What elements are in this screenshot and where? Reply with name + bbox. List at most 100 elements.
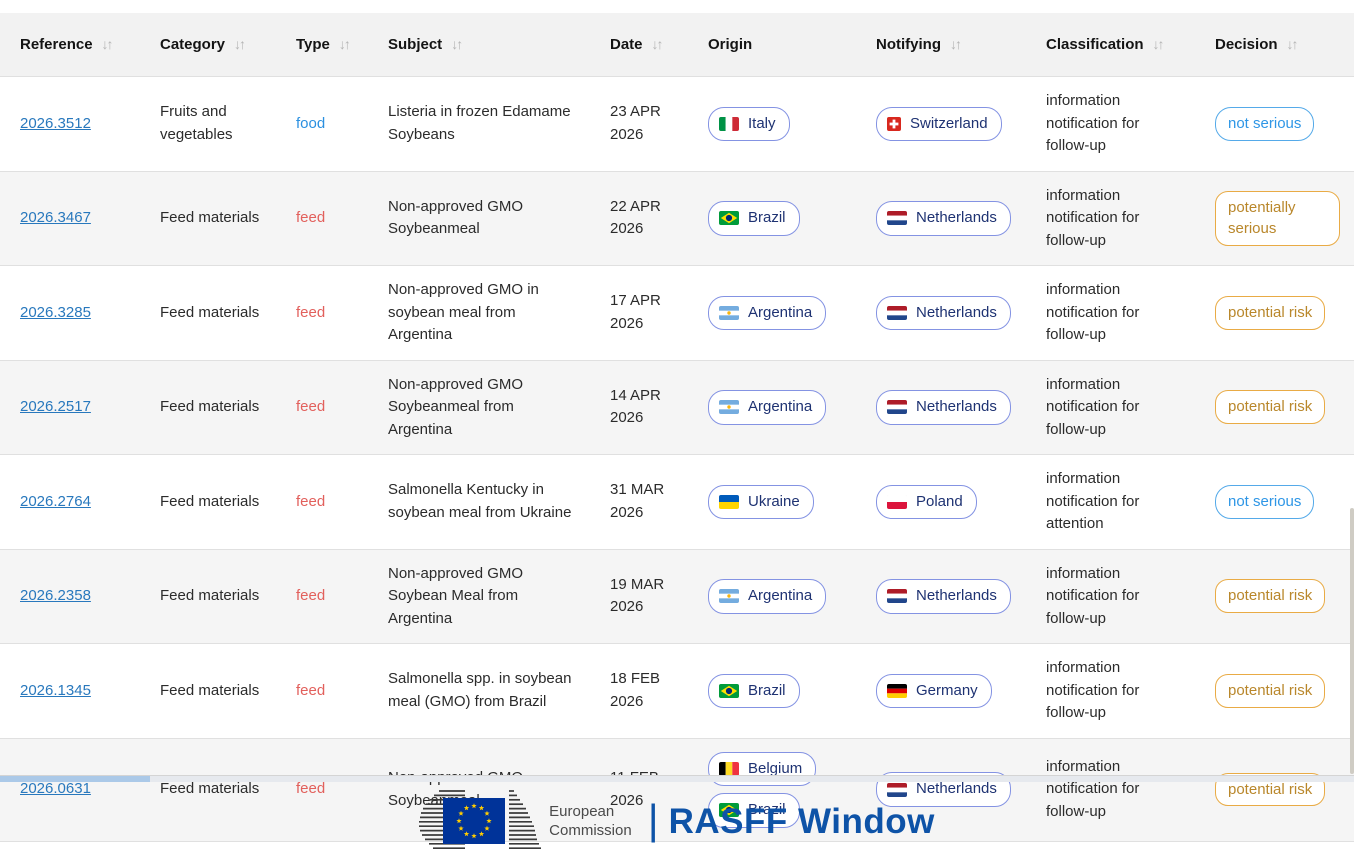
- sort-icon[interactable]: ↓↑: [234, 36, 246, 52]
- cell-category: Fruits and vegetables: [140, 76, 276, 171]
- cell-classification: information notification for follow-up: [1026, 76, 1195, 171]
- cell-origin: Ukraine: [688, 454, 856, 549]
- cell-origin: Brazil: [688, 170, 856, 266]
- reference-link[interactable]: 2026.3285: [20, 304, 91, 321]
- flag-netherlands-icon: [887, 305, 907, 320]
- country-label: Germany: [916, 681, 978, 699]
- cell-type: feed: [276, 265, 368, 360]
- column-header-reference[interactable]: Reference ↓↑: [0, 13, 140, 77]
- reference-link[interactable]: 2026.3467: [20, 209, 91, 226]
- country-label: Brazil: [748, 209, 786, 226]
- cell-decision: potential risk: [1195, 643, 1354, 738]
- cell-type: food: [276, 76, 368, 171]
- origin-country-pill: Brazil: [708, 673, 800, 708]
- eu-flag: [443, 797, 506, 844]
- cell-notifying: Netherlands: [856, 359, 1026, 455]
- subject-text: Salmonella spp. in soybean meal (GMO) fr…: [388, 670, 572, 710]
- date-text: 14 APR 2026: [610, 386, 661, 427]
- column-header-classification[interactable]: Classification ↓↑: [1026, 13, 1195, 77]
- sort-icon[interactable]: ↓↑: [652, 36, 664, 52]
- flag-argentina-icon: [719, 400, 739, 415]
- cell-decision: potential risk: [1195, 359, 1354, 455]
- cell-reference: 2026.2358: [0, 548, 140, 644]
- column-header-decision[interactable]: Decision ↓↑: [1195, 13, 1354, 77]
- table-row: 2026.2358 Feed materials feed Non-approved …: [0, 548, 1354, 644]
- cell-subject: Non-approved GMO Soybeanmeal from Argent…: [368, 359, 590, 455]
- sort-icon[interactable]: ↓↑: [1287, 36, 1299, 52]
- reference-link[interactable]: 2026.1345: [20, 682, 91, 699]
- country-label: Argentina: [748, 587, 813, 604]
- type-tag: feed: [296, 398, 326, 415]
- country-label: Netherlands: [916, 303, 997, 321]
- table-row: 2026.2764 Feed materials feed Salmonella Ke…: [0, 454, 1354, 549]
- type-tag: feed: [296, 492, 326, 510]
- cell-classification: information notification for attention: [1026, 454, 1195, 549]
- column-header-notifying[interactable]: Notifying ↓↑: [856, 13, 1026, 77]
- vertical-scrollbar[interactable]: [1350, 508, 1354, 774]
- cell-date: 22 APR 2026: [590, 170, 688, 266]
- notifying-country-pill: Germany: [876, 673, 992, 708]
- notifying-country-pill: Netherlands: [876, 390, 1011, 425]
- cell-classification: information notification for follow-up: [1026, 170, 1195, 266]
- cell-decision: potentially serious: [1195, 170, 1354, 266]
- column-header-type[interactable]: Type ↓↑: [276, 13, 368, 77]
- subject-text: Non-approved GMO Soybeanmeal: [388, 197, 524, 238]
- flag-netherlands-icon: [887, 211, 907, 226]
- cell-category: Feed materials: [140, 548, 276, 644]
- cell-subject: Salmonella spp. in soybean meal (GMO) fr…: [368, 643, 590, 738]
- flag-germany-icon: [887, 683, 907, 698]
- category-text: Feed materials: [160, 492, 260, 510]
- reference-link[interactable]: 2026.3512: [20, 115, 91, 132]
- subject-text: Non-approved GMO in soybean meal from Ar…: [388, 281, 539, 343]
- date-text: 23 APR 2026: [610, 103, 661, 143]
- column-header-subject[interactable]: Subject ↓↑: [368, 13, 590, 77]
- origin-country-pill: Argentina: [708, 579, 827, 614]
- table-row: 2026.2517 Feed materials feed Non-approved …: [0, 359, 1354, 455]
- subject-text: Non-approved GMO Soybean Meal from Argen…: [388, 564, 524, 627]
- classification-text: information notification for attention: [1046, 470, 1140, 532]
- sort-icon[interactable]: ↓↑: [339, 36, 351, 52]
- notifying-pill-list: Netherlands: [876, 390, 1012, 425]
- country-label: Ukraine: [748, 492, 800, 510]
- reference-link[interactable]: 2026.2358: [20, 587, 91, 604]
- cell-classification: information notification for follow-up: [1026, 548, 1195, 644]
- horizontal-scrollbar-thumb[interactable]: [0, 776, 150, 782]
- sort-icon[interactable]: ↓↑: [451, 36, 463, 52]
- sort-icon[interactable]: ↓↑: [950, 36, 962, 52]
- notifying-pill-list: Netherlands: [876, 295, 1012, 330]
- footer: European Commission | RASFF Window: [0, 789, 1354, 855]
- cell-subject: Non-approved GMO Soybean Meal from Argen…: [368, 548, 590, 644]
- cell-reference: 2026.1345: [0, 643, 140, 738]
- column-header-date[interactable]: Date ↓↑: [590, 13, 688, 77]
- column-label: Category: [160, 36, 226, 53]
- cell-reference: 2026.3512: [0, 76, 140, 171]
- reference-link[interactable]: 2026.2764: [20, 493, 91, 510]
- column-label: Subject: [388, 36, 443, 53]
- country-label: Netherlands: [916, 209, 997, 226]
- cell-subject: Non-approved GMO in soybean meal from Ar…: [368, 265, 590, 360]
- sort-icon[interactable]: ↓↑: [102, 36, 114, 52]
- reference-link[interactable]: 2026.2517: [20, 398, 91, 415]
- country-label: Argentina: [748, 398, 813, 415]
- cell-classification: information notification for follow-up: [1026, 359, 1195, 455]
- column-header-category[interactable]: Category ↓↑: [140, 13, 276, 77]
- origin-country-pill: Brazil: [708, 201, 800, 236]
- category-text: Feed materials: [160, 209, 260, 226]
- notifying-country-pill: Switzerland: [876, 106, 1002, 141]
- flag-switzerland-icon: [887, 116, 901, 131]
- origin-country-pill: Ukraine: [708, 484, 814, 519]
- cell-origin: Argentina: [688, 265, 856, 360]
- notifying-country-pill: Poland: [876, 484, 977, 519]
- cell-decision: not serious: [1195, 454, 1354, 549]
- cell-notifying: Netherlands: [856, 548, 1026, 644]
- sort-icon[interactable]: ↓↑: [1153, 36, 1165, 52]
- cell-type: feed: [276, 643, 368, 738]
- origin-pill-list: Ukraine: [708, 484, 842, 519]
- horizontal-scrollbar[interactable]: [0, 775, 1354, 782]
- flag-argentina-icon: [719, 305, 739, 320]
- cell-classification: information notification for follow-up: [1026, 265, 1195, 360]
- notifying-pill-list: Switzerland: [876, 106, 1012, 141]
- decision-badge: potential risk: [1215, 579, 1326, 614]
- classification-text: information notification for follow-up: [1046, 375, 1140, 438]
- column-label: Date: [610, 36, 643, 53]
